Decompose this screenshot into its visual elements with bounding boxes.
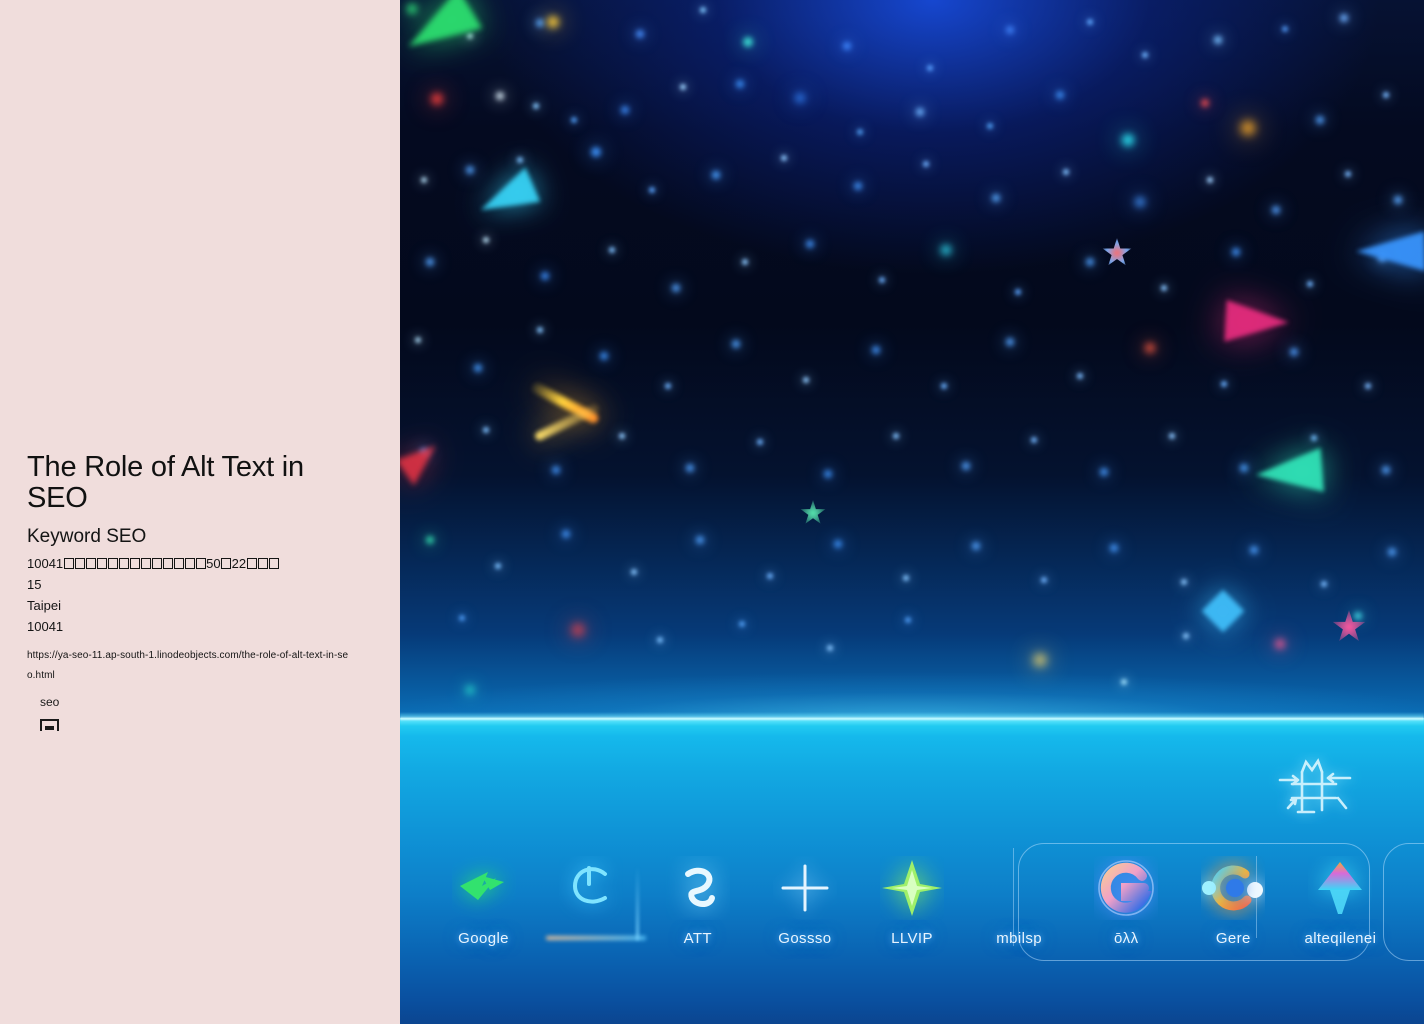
street-number: 15 bbox=[27, 577, 42, 592]
brand-logo-bar: Google ATT Gossso LLVIP mbilsp ōλλ Gere alteqil… bbox=[400, 840, 1424, 988]
brand-logo-label: Gossso bbox=[778, 930, 832, 947]
cyan-c-glyph-icon bbox=[555, 852, 627, 924]
plus-cross-icon bbox=[769, 852, 841, 924]
city-name: Taipei bbox=[27, 598, 61, 613]
missing-glyph-box bbox=[118, 558, 129, 569]
page-title: The Role of Alt Text in SEO bbox=[27, 451, 304, 514]
missing-glyph-box bbox=[257, 558, 268, 569]
hero-illustration: Google ATT Gossso LLVIP mbilsp ōλλ Gere alteqil… bbox=[400, 0, 1424, 1024]
seo-tag-label: seo bbox=[40, 695, 60, 709]
brand-logo-label: Google bbox=[458, 930, 509, 947]
blank-icon bbox=[983, 852, 1055, 924]
cyan-cone-icon bbox=[1304, 852, 1376, 924]
green-four-point-star-icon bbox=[876, 852, 948, 924]
brand-logo-label: ATT bbox=[683, 930, 712, 947]
keyword-label: Keyword SEO bbox=[27, 526, 147, 547]
horizon-light-line bbox=[400, 712, 1424, 726]
address-tofu-group-3 bbox=[246, 556, 279, 571]
brand-logo-label: ōλλ bbox=[1113, 930, 1139, 947]
address-tofu-group-2 bbox=[221, 556, 232, 571]
missing-glyph-box bbox=[63, 558, 74, 569]
brand-logo-item[interactable]: mbilsp bbox=[966, 840, 1073, 947]
brand-logo-label: mbilsp bbox=[996, 930, 1042, 947]
brand-logo-item[interactable]: Gere bbox=[1180, 840, 1287, 947]
missing-glyph-box bbox=[85, 558, 96, 569]
missing-glyph-box bbox=[221, 558, 232, 569]
orbit-dots-icon bbox=[1197, 852, 1269, 924]
white-swirl-icon bbox=[662, 852, 734, 924]
article-sidebar: The Role of Alt Text in SEO Keyword SEO … bbox=[0, 0, 400, 1024]
address-line: 10041 50 22 bbox=[27, 554, 357, 574]
address-mid-1: 50 bbox=[206, 556, 221, 571]
brand-logo-item[interactable]: LLVIP bbox=[858, 840, 965, 947]
missing-glyph-box bbox=[140, 558, 151, 569]
source-url[interactable]: https://ya-seo-11.ap-south-1.linodeobjec… bbox=[27, 646, 352, 686]
missing-glyph-box bbox=[129, 558, 140, 569]
hero-sky-gradient bbox=[400, 0, 1424, 720]
missing-glyph-box bbox=[74, 558, 85, 569]
crown-arrows-emblem bbox=[1278, 758, 1352, 814]
brand-logo-label: LLVIP bbox=[891, 930, 933, 947]
missing-glyph-box bbox=[173, 558, 184, 569]
brand-logo-label: Gere bbox=[1215, 930, 1251, 947]
brand-logo-item[interactable]: Gossso bbox=[751, 840, 858, 947]
brand-logo-item[interactable]: alteqilenei bbox=[1287, 840, 1394, 947]
page-root: The Role of Alt Text in SEO Keyword SEO … bbox=[0, 0, 1424, 1024]
postal-code: 10041 bbox=[27, 619, 64, 634]
gradient-g-ring-icon bbox=[1090, 852, 1162, 924]
missing-glyph-box bbox=[107, 558, 118, 569]
green-arrow-shard-icon bbox=[448, 852, 520, 924]
broken-image-icon bbox=[40, 719, 59, 731]
missing-glyph-box bbox=[162, 558, 173, 569]
brand-logo-item[interactable]: Google bbox=[430, 840, 537, 947]
missing-glyph-box bbox=[184, 558, 195, 569]
address-tofu-group-1 bbox=[63, 556, 206, 571]
brand-logo-item[interactable]: ATT bbox=[644, 840, 751, 947]
brand-logo-item[interactable]: ōλλ bbox=[1073, 840, 1180, 947]
address-mid-2: 22 bbox=[231, 556, 247, 571]
missing-glyph-box bbox=[246, 558, 257, 569]
brand-logo-label: alteqilenei bbox=[1304, 930, 1377, 947]
brand-logo-item[interactable] bbox=[537, 840, 644, 930]
seo-tag-wrapper: seo bbox=[40, 694, 59, 731]
missing-glyph-box bbox=[151, 558, 162, 569]
missing-glyph-box bbox=[96, 558, 107, 569]
article-text-block: The Role of Alt Text in SEO Keyword SEO … bbox=[27, 452, 357, 686]
missing-glyph-box bbox=[268, 558, 279, 569]
address-prefix: 10041 bbox=[27, 556, 64, 571]
missing-glyph-box bbox=[195, 558, 206, 569]
